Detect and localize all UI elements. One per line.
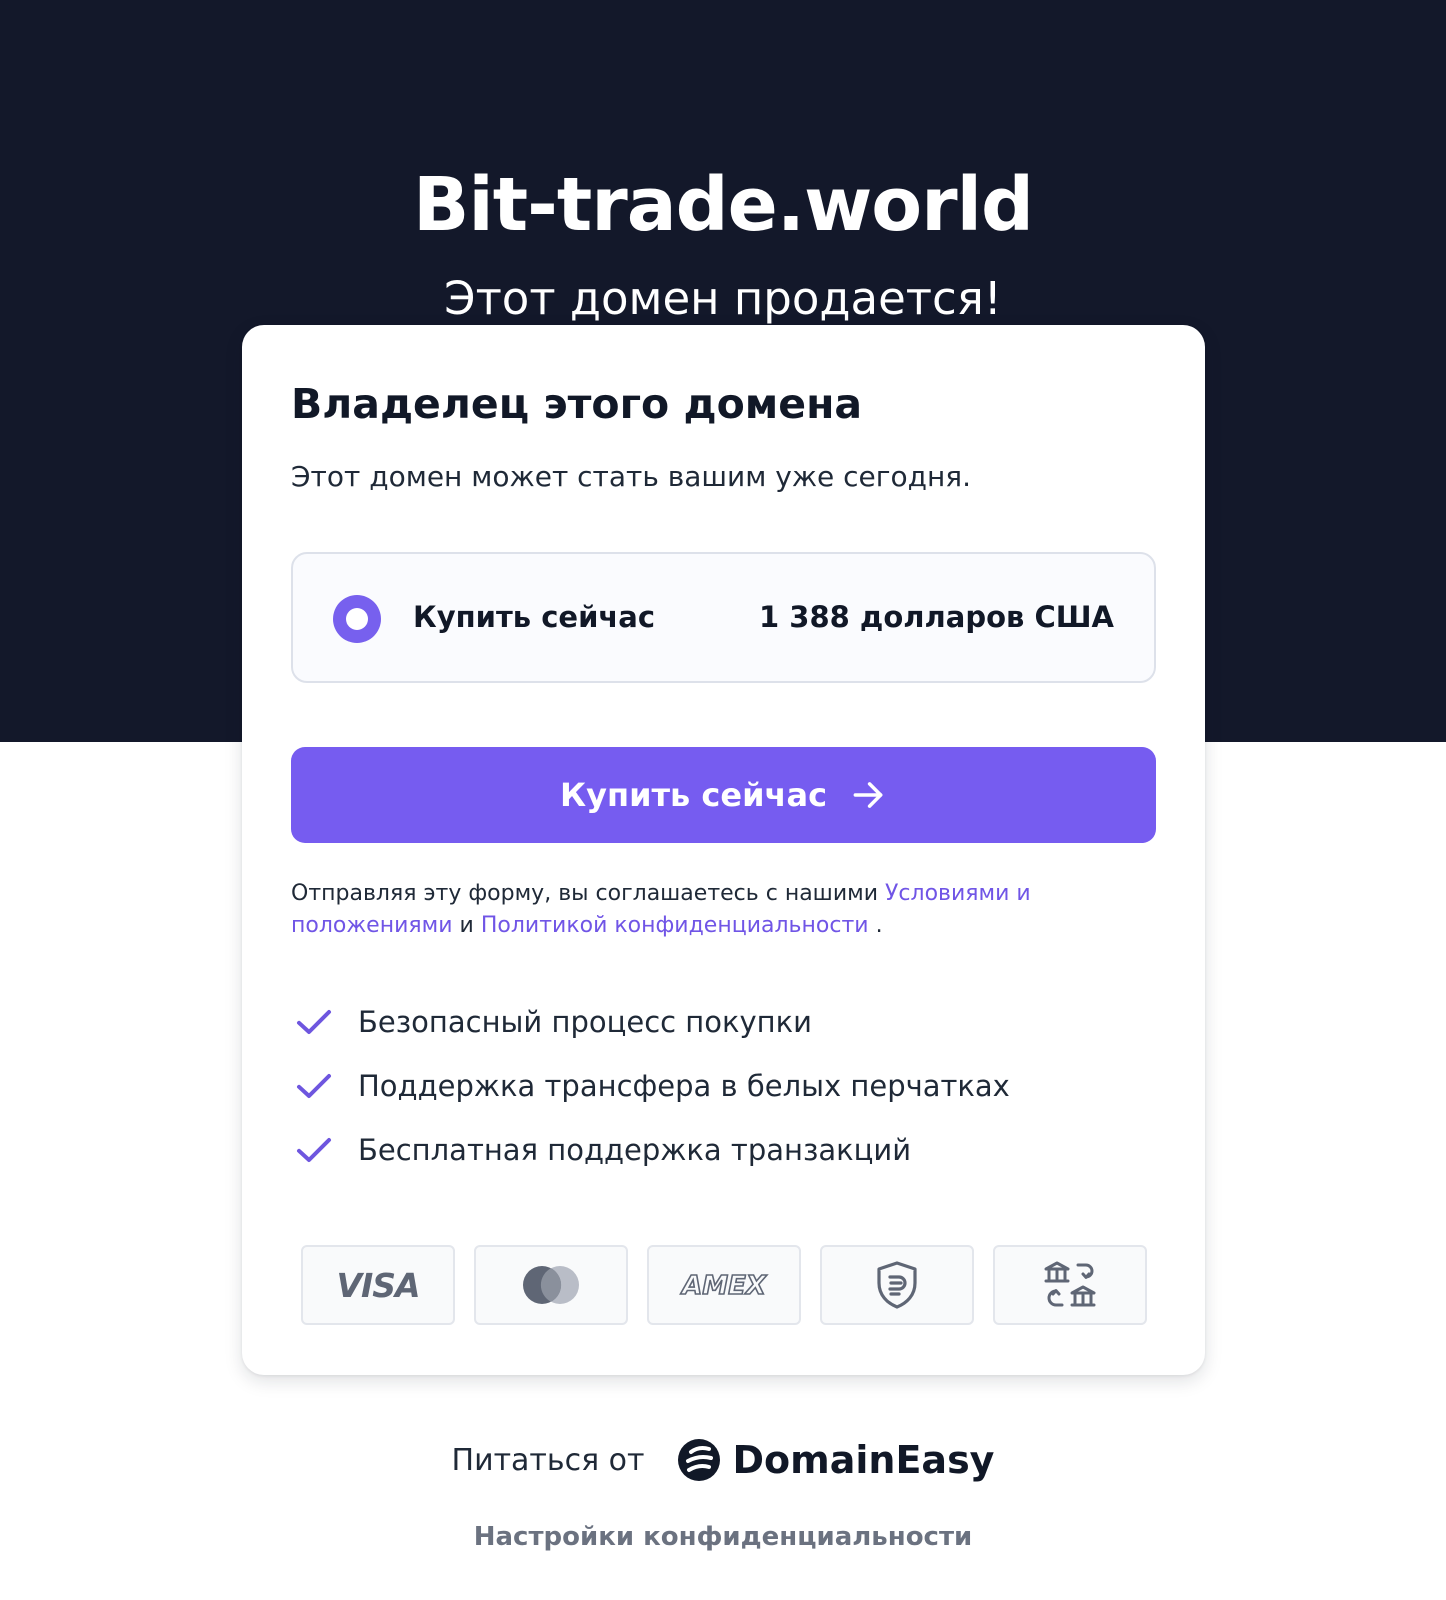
- feature-item: Бесплатная поддержка транзакций: [291, 1118, 1151, 1182]
- escrow-shield-icon: [877, 1261, 917, 1309]
- amex-icon-label: AMEX: [680, 1271, 768, 1301]
- feature-item: Безопасный процесс покупки: [291, 990, 1151, 1054]
- feature-text: Поддержка трансфера в белых перчатках: [358, 1069, 1010, 1103]
- powered-by-text: Питаться от: [451, 1442, 645, 1478]
- buy-now-option[interactable]: Купить сейчас 1 388 долларов США: [291, 552, 1156, 683]
- arrow-right-icon: [853, 782, 883, 808]
- mastercard-icon: [523, 1266, 579, 1304]
- brand-name: DomainEasy: [732, 1438, 995, 1482]
- payment-tile-amex: AMEX: [647, 1245, 801, 1325]
- option-label: Купить сейчас: [413, 600, 656, 634]
- feature-text: Безопасный процесс покупки: [358, 1005, 813, 1039]
- for-sale-heading: Этот домен продается!: [444, 272, 1002, 325]
- privacy-settings-link[interactable]: Настройки конфиденциальности: [0, 1522, 1446, 1552]
- features-list: Безопасный процесс покупки Поддержка тра…: [291, 990, 1151, 1182]
- card-title: Владелец этого домена: [291, 380, 863, 428]
- payment-tile-escrow: [820, 1245, 974, 1325]
- radio-selected-icon[interactable]: [333, 595, 381, 643]
- terms-prefix: Отправляя эту форму, вы соглашаетесь с н…: [291, 881, 879, 906]
- check-icon: [297, 1074, 331, 1098]
- purchase-card: Владелец этого домена Этот домен может с…: [242, 325, 1205, 1375]
- feature-text: Бесплатная поддержка транзакций: [358, 1133, 912, 1167]
- domain-title: Bit-trade.world: [413, 162, 1034, 248]
- privacy-policy-link[interactable]: Политикой конфиденциальности: [481, 913, 869, 938]
- bank-transfer-icon: [1044, 1261, 1096, 1307]
- buy-now-button-label: Купить сейчас: [559, 776, 828, 814]
- terms-middle: и: [459, 913, 474, 938]
- powered-by: Питаться от DomainEasy: [0, 1436, 1446, 1484]
- payment-methods: VISA AMEX: [301, 1245, 1147, 1325]
- check-icon: [297, 1138, 331, 1162]
- feature-item: Поддержка трансфера в белых перчатках: [291, 1054, 1151, 1118]
- check-icon: [297, 1010, 331, 1034]
- option-price: 1 388 долларов США: [759, 600, 1114, 634]
- terms-suffix: .: [875, 913, 883, 938]
- payment-tile-mastercard: [474, 1245, 628, 1325]
- terms-text: Отправляя эту форму, вы соглашаетесь с н…: [291, 878, 1071, 942]
- card-subtitle: Этот домен может стать вашим уже сегодня…: [291, 460, 972, 493]
- payment-tile-bank-transfer: [993, 1245, 1147, 1325]
- payment-tile-visa: VISA: [301, 1245, 455, 1325]
- visa-icon: VISA: [336, 1265, 420, 1305]
- domaineasy-brand-link[interactable]: DomainEasy: [675, 1436, 995, 1484]
- amex-icon: AMEX: [679, 1270, 768, 1302]
- buy-now-button[interactable]: Купить сейчас: [291, 747, 1156, 843]
- domaineasy-logo-icon: [677, 1439, 720, 1481]
